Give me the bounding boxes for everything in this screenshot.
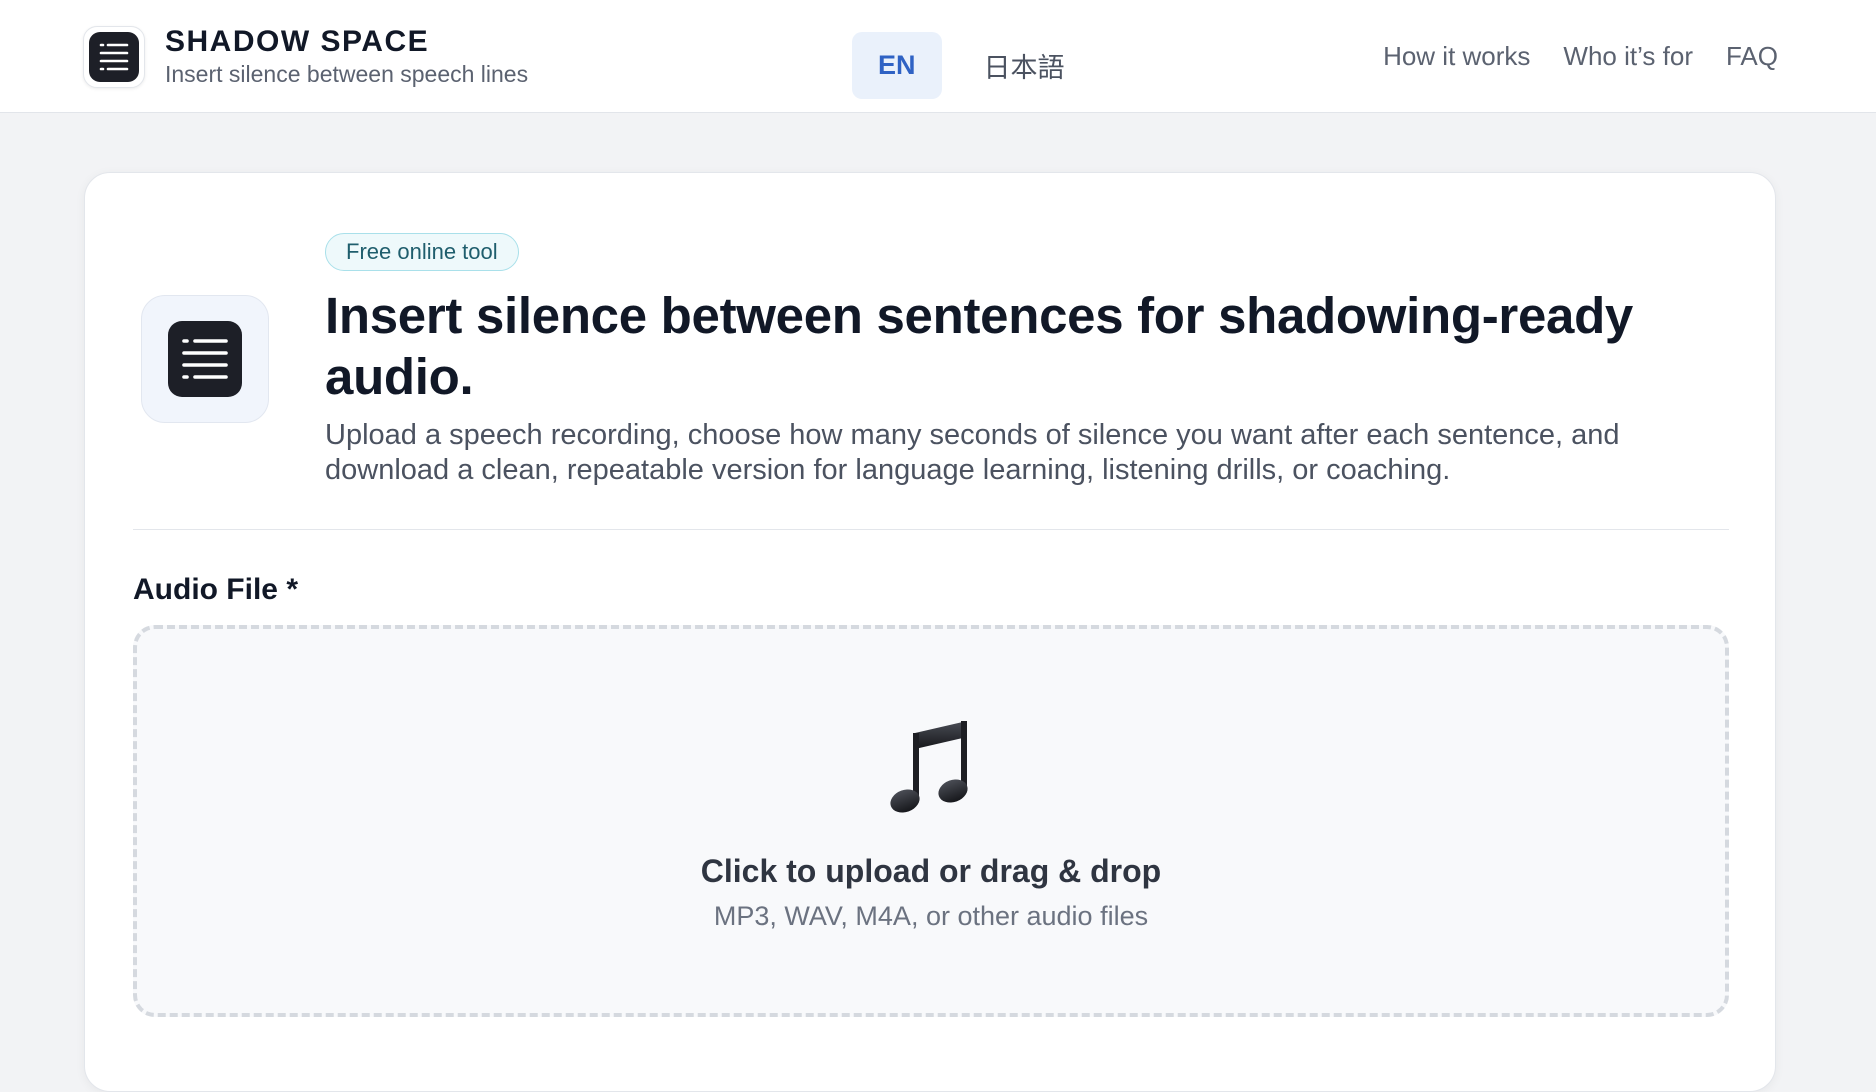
music-note-icon: [137, 717, 1725, 822]
brand-title: SHADOW SPACE: [165, 25, 430, 58]
audio-file-label: Audio File *: [133, 573, 298, 606]
nav-how-it-works[interactable]: How it works: [1383, 38, 1530, 74]
upload-title: Click to upload or drag & drop: [700, 853, 1162, 889]
language-switcher: EN 日本語: [852, 32, 1091, 99]
page-title: Insert silence between sentences for sha…: [325, 287, 1633, 405]
main-nav: How it works Who it’s for FAQ: [1350, 38, 1778, 74]
divider: [133, 529, 1729, 530]
logo: [83, 25, 145, 88]
nav-faq[interactable]: FAQ: [1726, 38, 1778, 74]
lang-en-button[interactable]: EN: [852, 32, 942, 99]
site-header: SHADOW SPACE Insert silence between spee…: [0, 0, 1876, 113]
text-lines-icon: [168, 321, 242, 397]
free-tool-badge: Free online tool: [325, 233, 519, 271]
nav-who-its-for[interactable]: Who it’s for: [1563, 38, 1693, 74]
brand-subtitle: Insert silence between speech lines: [165, 61, 529, 87]
tool-card: Free online tool Insert silence between …: [84, 172, 1776, 1092]
text-lines-icon: [89, 31, 139, 82]
brand[interactable]: SHADOW SPACE Insert silence between spee…: [83, 25, 528, 88]
upload-formats: MP3, WAV, M4A, or other audio files: [713, 901, 1149, 931]
lang-ja-button[interactable]: 日本語: [958, 32, 1091, 99]
hero-logo: [141, 295, 269, 423]
page-description: Upload a speech recording, choose how ma…: [325, 419, 1620, 486]
audio-upload-dropzone[interactable]: Click to upload or drag & drop MP3, WAV,…: [133, 625, 1729, 1017]
